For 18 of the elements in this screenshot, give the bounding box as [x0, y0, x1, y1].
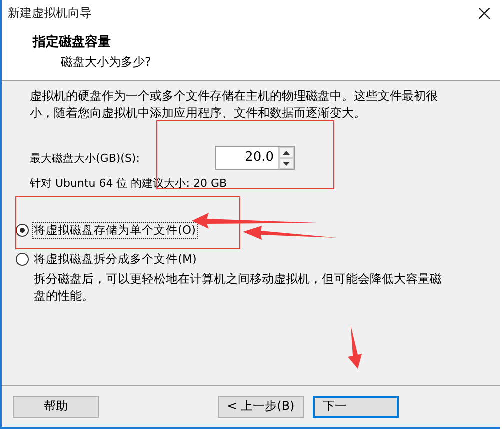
next-button[interactable]: 下一	[313, 396, 399, 418]
page-subtitle: 磁盘大小为多少?	[60, 54, 152, 71]
disk-size-label: 最大磁盘大小(GB)(S):	[30, 150, 141, 166]
down-arrow-icon[interactable]	[283, 162, 290, 166]
back-button[interactable]: < 上一步(B)	[218, 396, 304, 418]
up-arrow-icon[interactable]	[283, 150, 290, 154]
page-title: 指定磁盘容量	[33, 34, 112, 51]
option-label[interactable]: 将虚拟磁盘拆分成多个文件(M)	[33, 252, 198, 267]
description-text: 虚拟机的硬盘作为一个或多个文件存储在主机的物理磁盘中。这些文件最初很小，随着您向虚拟机中添加应用程序、文件和数据而逐渐变大。	[30, 88, 439, 122]
radio-button[interactable]	[16, 224, 29, 237]
window-title: 新建虚拟机向导	[8, 4, 92, 22]
split-note-text: 拆分磁盘后，可以更轻松地在计算机之间移动虚拟机，但可能会降低大容量磁盘的性能。	[34, 271, 443, 305]
annotation-arrow	[348, 326, 362, 369]
option-label[interactable]: 将虚拟磁盘存储为单个文件(O)	[33, 223, 198, 238]
disk-size-field[interactable]: 20.0	[215, 146, 295, 170]
help-button[interactable]: 帮助	[13, 396, 99, 418]
close-icon[interactable]	[479, 8, 490, 18]
radio-button[interactable]	[16, 253, 29, 266]
